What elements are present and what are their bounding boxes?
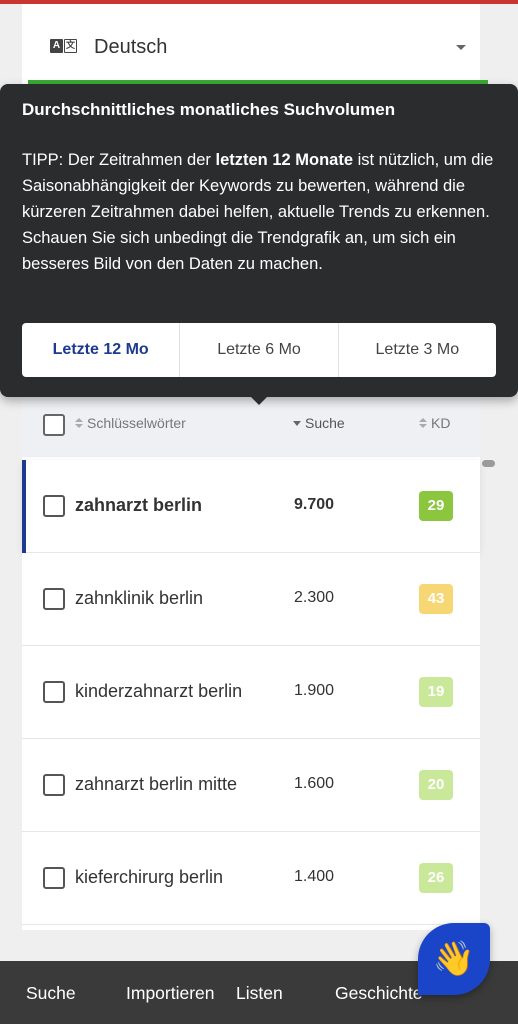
- search-volume-tooltip: Durchschnittliches monatliches Suchvolum…: [0, 84, 518, 397]
- nav-item-importieren[interactable]: Importieren: [126, 983, 215, 1004]
- row-keyword: zahnarzt berlin mitte: [75, 774, 238, 794]
- row-volume: 1.900: [294, 682, 335, 699]
- language-select[interactable]: A文 Deutsch: [22, 4, 480, 88]
- selected-indicator: [22, 460, 26, 553]
- select-all-checkbox[interactable]: [43, 414, 65, 436]
- row-checkbox[interactable]: [43, 867, 65, 889]
- row-keyword: zahnklinik berlin: [75, 588, 204, 608]
- row-keyword: kieferchirurg berlin: [75, 867, 224, 887]
- nav-item-listen[interactable]: Listen: [236, 983, 283, 1004]
- kd-badge: 20: [419, 770, 453, 800]
- row-checkbox[interactable]: [43, 681, 65, 703]
- chevron-down-icon: [456, 45, 466, 50]
- row-checkbox[interactable]: [43, 495, 65, 517]
- translate-icon: A文: [50, 39, 77, 53]
- nav-item-suche[interactable]: Suche: [26, 983, 76, 1004]
- nav-item-geschichte[interactable]: Geschichte: [335, 983, 423, 1004]
- row-keyword: zahnarzt berlin: [75, 495, 203, 515]
- kd-badge: 26: [419, 863, 453, 893]
- column-header-search[interactable]: Suche: [293, 415, 345, 431]
- table-header: Schlüsselwörter Suche KD: [22, 397, 480, 457]
- row-volume: 1.400: [294, 868, 335, 885]
- tooltip-body: TIPP: Der Zeitrahmen der letzten 12 Mona…: [22, 151, 494, 273]
- sort-desc-icon: [293, 420, 301, 426]
- row-checkbox[interactable]: [43, 588, 65, 610]
- sort-icon: [75, 418, 83, 428]
- sort-icon: [419, 418, 427, 428]
- table-row[interactable]: zahnklinik berlin 2.300 43: [22, 553, 480, 646]
- table-row[interactable]: kinderzahnarzt berlin 1.900 19: [22, 646, 480, 739]
- table-row[interactable]: zahnarzt berlin mitte 1.600 20: [22, 739, 480, 832]
- tooltip-arrow: [250, 396, 268, 405]
- kd-badge: 29: [419, 491, 453, 521]
- row-checkbox[interactable]: [43, 774, 65, 796]
- period-12-months-button[interactable]: Letzte 12 Mo: [22, 323, 181, 377]
- period-3-months-button[interactable]: Letzte 3 Mo: [339, 323, 496, 377]
- row-volume: 1.600: [294, 775, 335, 792]
- period-6-months-button[interactable]: Letzte 6 Mo: [180, 323, 339, 377]
- kd-badge: 19: [419, 677, 453, 707]
- waving-hand-icon: 👋: [432, 940, 476, 978]
- chat-fab-button[interactable]: 👋: [418, 923, 490, 995]
- period-toggle: Letzte 12 Mo Letzte 6 Mo Letzte 3 Mo: [22, 323, 496, 377]
- table-row[interactable]: kieferchirurg berlin 1.400 26: [22, 832, 480, 925]
- kd-badge: 43: [419, 584, 453, 614]
- column-header-kd[interactable]: KD: [419, 415, 450, 431]
- row-volume: 2.300: [294, 589, 335, 606]
- tooltip-title: Durchschnittliches monatliches Suchvolum…: [22, 100, 396, 119]
- keyword-table: Schlüsselwörter Suche KD zahnarzt berlin…: [22, 397, 480, 930]
- row-keyword: kinderzahnarzt berlin: [75, 681, 243, 701]
- column-header-keywords[interactable]: Schlüsselwörter: [75, 415, 186, 431]
- scrollbar-thumb[interactable]: [482, 460, 495, 467]
- row-volume: 9.700: [294, 496, 335, 513]
- language-value: Deutsch: [94, 36, 168, 58]
- table-row[interactable]: zahnarzt berlin 9.700 29: [22, 460, 480, 553]
